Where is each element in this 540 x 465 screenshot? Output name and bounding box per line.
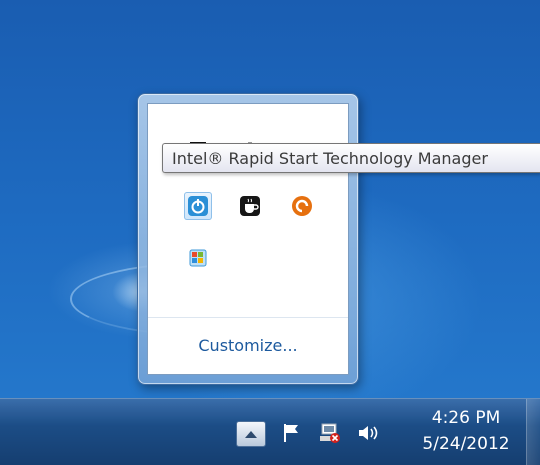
show-desktop-button[interactable] (526, 399, 540, 465)
tray-tooltip: Intel® Rapid Start Technology Manager (162, 143, 540, 173)
chevron-up-icon (245, 431, 257, 438)
network-disconnected-icon[interactable] (318, 421, 342, 445)
orange-circle-arrow-icon[interactable] (288, 192, 316, 220)
clock-time: 4:26 PM (431, 408, 501, 428)
flyout-divider (148, 317, 348, 318)
intel-rapid-start-power-icon[interactable] (184, 192, 212, 220)
windows-update-icon[interactable] (184, 244, 212, 272)
coffee-cup-app-icon[interactable] (236, 192, 264, 220)
clock-date: 5/24/2012 (422, 434, 510, 454)
tray-icon-grid (148, 104, 348, 304)
show-hidden-icons-button[interactable] (236, 421, 266, 447)
volume-speaker-icon[interactable] (356, 421, 380, 445)
notification-overflow-flyout: Customize... (137, 93, 359, 385)
system-clock[interactable]: 4:26 PM 5/24/2012 (408, 405, 524, 457)
customize-link[interactable]: Customize... (148, 322, 348, 368)
action-center-flag-icon[interactable] (280, 421, 304, 445)
taskbar: 4:26 PM 5/24/2012 (0, 398, 540, 465)
